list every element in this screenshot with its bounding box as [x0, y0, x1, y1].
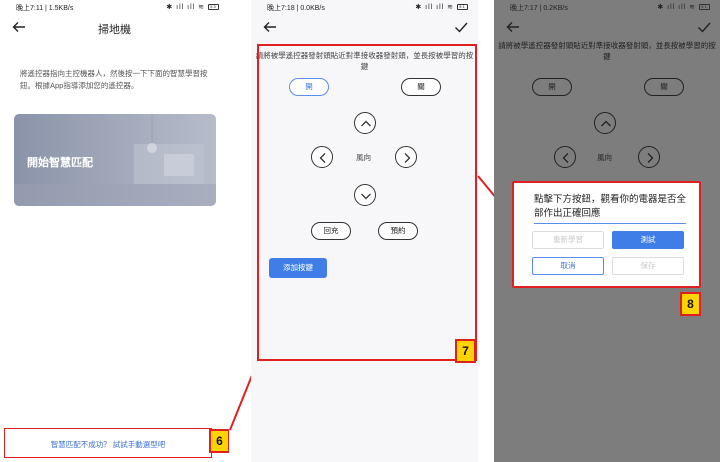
up-key-button[interactable]: [594, 112, 616, 134]
status-time: 晚上7:17 | 0.2KB/s: [510, 5, 568, 12]
status-icons: ✱ ıll ıll ≋ 51: [415, 3, 468, 11]
confirm-check-icon[interactable]: [454, 20, 470, 36]
right-key-button[interactable]: [638, 146, 660, 168]
step-badge-8: 8: [680, 292, 701, 316]
status-time: 晚上7:18 | 0.0KB/s: [267, 5, 325, 12]
status-icons: ✱ ıll ıll ≋ 53: [166, 3, 219, 11]
test-button[interactable]: 測試: [612, 231, 684, 249]
phone-screen-smart-match: 晚上7:11 | 1.5KB/s ✱ ıll ıll ≋ 53 掃地機 將遙控器…: [0, 0, 229, 462]
cancel-button[interactable]: 取消: [532, 257, 604, 275]
confirm-check-icon[interactable]: [697, 20, 713, 36]
relearn-button[interactable]: 重新學習: [532, 231, 604, 249]
status-bar: 晚上7:11 | 1.5KB/s ✱ ıll ıll ≋ 53: [0, 0, 229, 16]
status-icons: ✱ ıll ıll ≋ 51: [657, 3, 710, 11]
start-smart-match-label: 開始智慧匹配: [27, 157, 93, 169]
status-bar: 晚上7:18 | 0.0KB/s ✱ ıll ıll ≋ 51: [251, 0, 478, 16]
chevron-left-icon: [562, 153, 569, 163]
back-arrow-icon[interactable]: [263, 20, 279, 36]
chevron-up-icon: [601, 120, 611, 127]
test-dialog: 點擊下方按鈕，觀看你的電器是否全部作出正確回應 重新學習 測試 取消 保存: [512, 181, 701, 288]
off-key-button[interactable]: 關: [644, 78, 684, 96]
battery-icon: 53: [208, 4, 219, 11]
learn-instruction-text: 請將被學遙控器發射頭貼近對準接收器發射頭，並長按被學習的按鍵: [498, 41, 716, 61]
manual-select-link[interactable]: 智慧匹配不成功？ 試試手動選型吧: [5, 439, 211, 450]
chevron-right-icon: [647, 153, 654, 163]
back-arrow-icon[interactable]: [506, 20, 522, 36]
status-time: 晚上7:11 | 1.5KB/s: [16, 5, 74, 12]
highlight-box-7: [257, 44, 477, 361]
step-badge-6: 6: [209, 429, 229, 453]
page-title: 掃地機: [98, 24, 131, 36]
on-key-button[interactable]: 開: [532, 78, 572, 96]
instruction-text: 將遙控器指向主控機器人，然後按一下下面的智慧學習按鈕。根據App指導添加您的遙控…: [20, 69, 208, 90]
save-button[interactable]: 保存: [612, 257, 684, 275]
status-bar: 晚上7:17 | 0.2KB/s ✱ ıll ıll ≋ 51: [494, 0, 720, 16]
battery-icon: 51: [699, 4, 710, 11]
start-smart-match-button[interactable]: 開始智慧匹配: [14, 114, 216, 206]
highlight-box-6: 智慧匹配不成功？ 試試手動選型吧: [4, 428, 212, 458]
direction-label: 風向: [597, 153, 612, 162]
left-key-button[interactable]: [554, 146, 576, 168]
dialog-message: 點擊下方按鈕，觀看你的電器是否全部作出正確回應: [534, 193, 686, 224]
battery-icon: 51: [457, 4, 468, 11]
step-badge-7: 7: [455, 339, 476, 363]
